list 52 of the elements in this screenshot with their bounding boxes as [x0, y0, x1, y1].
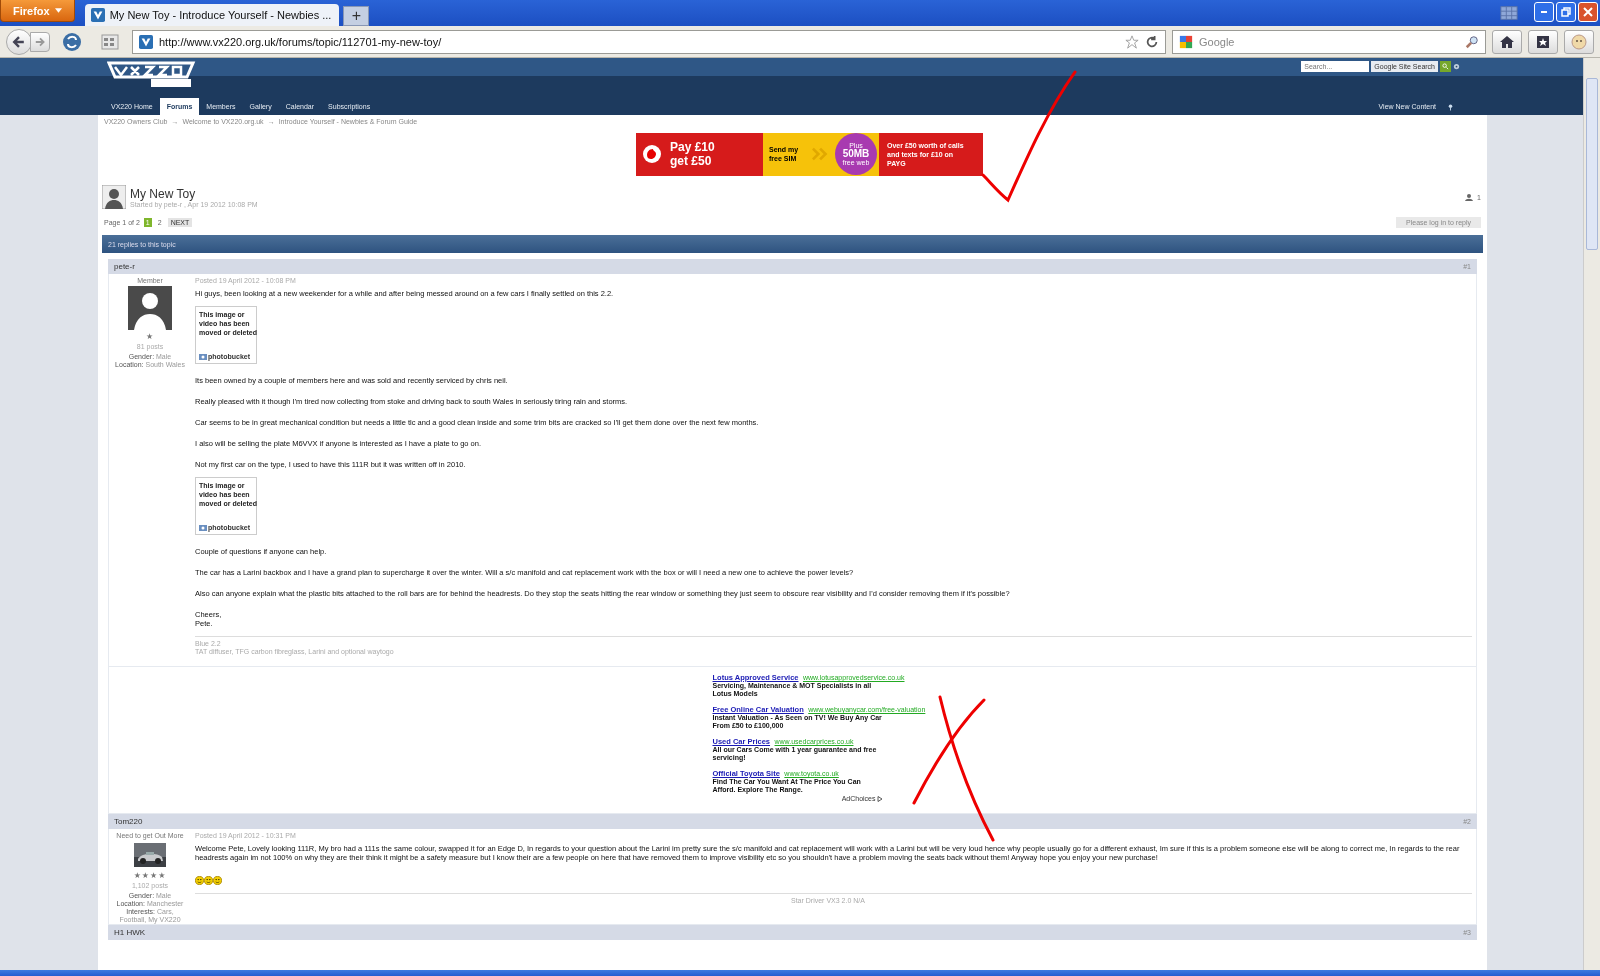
topic-title: My New Toy — [130, 186, 196, 201]
post-author[interactable]: pete-r — [114, 262, 135, 271]
minimize-button[interactable] — [1534, 2, 1554, 22]
restore-icon — [1561, 7, 1571, 17]
web-search-input[interactable]: Google — [1197, 34, 1461, 49]
chevrons-icon — [812, 147, 830, 161]
tab-list-icon[interactable] — [1500, 5, 1518, 21]
grid-icon[interactable] — [100, 31, 120, 52]
smiley-icon — [204, 876, 213, 885]
speech-mark-logo-icon — [642, 144, 662, 164]
bubble-text: 50MB — [842, 149, 870, 159]
search-icon[interactable] — [1465, 34, 1479, 49]
scrollbar-thumb[interactable] — [1586, 78, 1598, 250]
smiley-face-icon — [1571, 33, 1587, 50]
play-triangle-icon — [876, 795, 883, 802]
search-bar[interactable]: Google — [1172, 29, 1486, 54]
sync-icon[interactable] — [62, 31, 82, 52]
home-button[interactable] — [1492, 29, 1522, 54]
back-button[interactable] — [6, 28, 32, 55]
camera-icon — [199, 353, 207, 360]
site-logo-drawing[interactable] — [107, 59, 197, 89]
home-icon — [1499, 33, 1515, 50]
smiley-icon — [195, 876, 204, 885]
restore-button[interactable] — [1556, 2, 1576, 22]
post-author[interactable]: Tom220 — [114, 817, 143, 826]
browser-tab[interactable]: My New Toy - Introduce Yourself - Newbies ... — [84, 4, 340, 26]
forward-arrow-icon — [34, 35, 46, 48]
reload-icon[interactable] — [1145, 34, 1159, 49]
rank-pips: ★★★★ — [133, 871, 167, 880]
post-author[interactable]: H1 HWK — [114, 928, 146, 937]
pin-icon[interactable] — [1447, 102, 1454, 111]
bookmarks-button[interactable] — [1528, 29, 1558, 54]
magnifier-icon — [1442, 63, 1449, 70]
user-avatar-icon — [102, 185, 126, 209]
minimize-icon — [1541, 11, 1547, 13]
caret-icon — [54, 8, 62, 13]
search-engine-icon[interactable] — [1179, 34, 1193, 49]
smiley-icon — [213, 876, 222, 885]
camera-icon — [199, 524, 207, 531]
bookmark-star-icon[interactable] — [1125, 34, 1139, 49]
advert-headline: Pay £10 get £50 — [670, 140, 716, 168]
followers-icon — [1465, 193, 1474, 201]
settings-icon[interactable] — [1453, 63, 1460, 70]
new-tab-button[interactable]: + — [343, 6, 370, 26]
site-favicon-icon — [139, 34, 153, 49]
scrollbar[interactable] — [1583, 58, 1600, 970]
rank-pips: ★ — [145, 332, 155, 341]
member-avatar-icon[interactable] — [128, 286, 172, 330]
close-button[interactable] — [1578, 2, 1598, 22]
address-bar[interactable]: http://www.vx220.org.uk/forums/topic/112701-my-new-toy/ — [132, 29, 1166, 54]
close-icon — [1583, 7, 1593, 17]
site-favicon-icon — [90, 8, 105, 22]
